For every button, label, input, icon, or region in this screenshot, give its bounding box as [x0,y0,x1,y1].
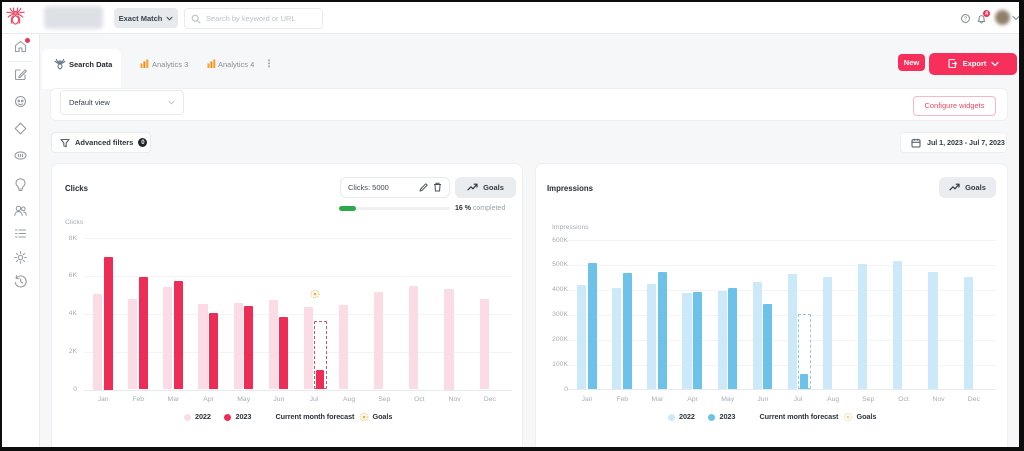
svg-text:?: ? [964,16,967,22]
